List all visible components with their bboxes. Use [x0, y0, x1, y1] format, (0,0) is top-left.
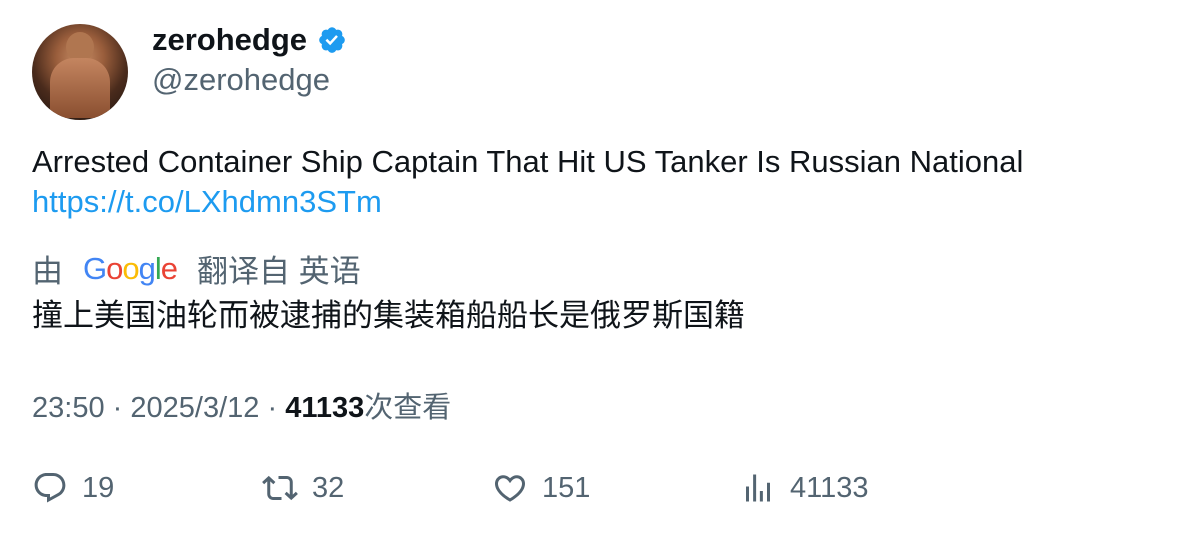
avatar[interactable] [32, 24, 128, 120]
google-logo[interactable]: Google [83, 251, 178, 287]
retweet-button[interactable]: 32 [262, 470, 344, 506]
translation-prefix: 由 [32, 254, 63, 289]
author-handle[interactable]: @zerohedge [152, 62, 330, 98]
tweet-text: Arrested Container Ship Captain That Hit… [32, 144, 1024, 179]
tweet-body: Arrested Container Ship Captain That Hit… [32, 142, 1023, 222]
author-name-row: zerohedge [152, 22, 347, 58]
like-count: 151 [542, 471, 591, 504]
translation-attribution: 由 Google 翻译自 英语 [32, 246, 361, 291]
like-button[interactable]: 151 [492, 470, 590, 506]
action-bar: 19 32 151 41133 [0, 470, 1196, 514]
views-button[interactable]: 41133 [740, 470, 869, 506]
translation-suffix: 翻译自 英语 [197, 254, 361, 289]
retweet-count: 32 [312, 471, 345, 504]
like-icon [494, 475, 526, 502]
translated-text: 撞上美国油轮而被逮捕的集装箱船船长是俄罗斯国籍 [32, 298, 745, 333]
reply-button[interactable]: 19 [32, 470, 114, 506]
verified-badge-icon[interactable] [317, 25, 347, 55]
tweet-time[interactable]: 23:50 [32, 392, 105, 424]
views-count: 41133 [285, 392, 365, 424]
tweet-link[interactable]: https://t.co/LXhdmn3STm [32, 182, 1023, 222]
views-label: 次查看 [364, 392, 452, 424]
display-name[interactable]: zerohedge [152, 22, 307, 58]
tweet-date[interactable]: 2025/3/12 [130, 392, 259, 424]
reply-icon [34, 473, 66, 503]
tweet-meta: 23:50 · 2025/3/12 · 41133次查看 [32, 384, 451, 426]
views-icon [746, 474, 770, 502]
retweet-icon [262, 475, 298, 501]
meta-separator: · [267, 392, 278, 424]
avatar-torso [50, 58, 110, 118]
views-action-count: 41133 [790, 471, 869, 504]
reply-count: 19 [82, 471, 115, 504]
meta-separator: · [112, 392, 123, 424]
